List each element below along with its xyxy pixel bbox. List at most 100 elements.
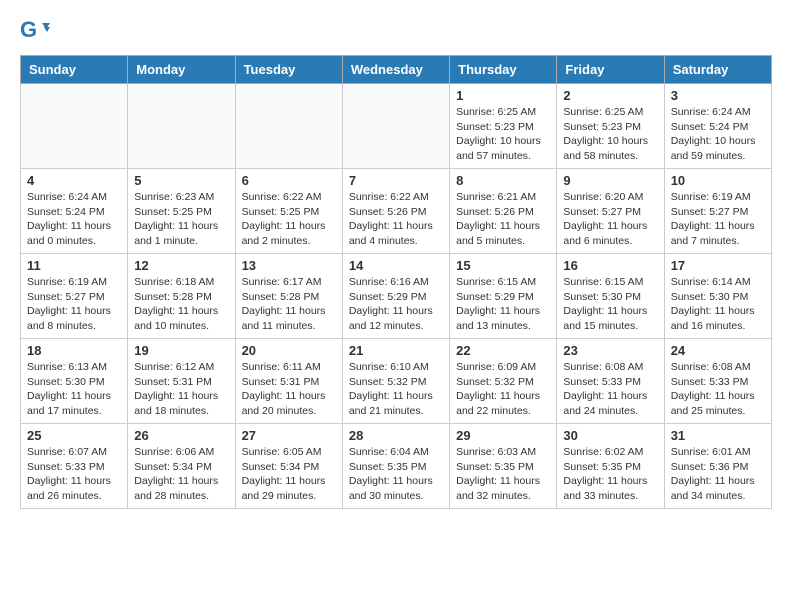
day-number: 17 (671, 258, 765, 273)
day-number: 11 (27, 258, 121, 273)
day-number: 26 (134, 428, 228, 443)
calendar-cell: 28Sunrise: 6:04 AM Sunset: 5:35 PM Dayli… (342, 424, 449, 509)
calendar-cell: 29 Sunrise: 6:03 AM Sunset: 5:35 PM Dayli… (450, 424, 557, 509)
day-info: Sunrise: 6:07 AM Sunset: 5:33 PM Dayligh… (27, 445, 121, 504)
svg-text:G: G (20, 17, 37, 42)
calendar-cell (235, 84, 342, 169)
calendar-cell: 15 Sunrise: 6:15 AM Sunset: 5:29 PM Dayli… (450, 254, 557, 339)
day-number: 4 (27, 173, 121, 188)
calendar-cell: 21 Sunrise: 6:10 AM Sunset: 5:32 PM Dayli… (342, 339, 449, 424)
day-number: 3 (671, 88, 765, 103)
day-info: Sunrise: 6:19 AM Sunset: 5:27 PM Dayligh… (671, 190, 765, 249)
calendar-cell: 10 Sunrise: 6:19 AM Sunset: 5:27 PM Dayli… (664, 169, 771, 254)
day-info: Sunrise: 6:10 AM Sunset: 5:32 PM Dayligh… (349, 360, 443, 419)
calendar-cell: 16Sunrise: 6:15 AM Sunset: 5:30 PM Dayli… (557, 254, 664, 339)
day-number: 13 (242, 258, 336, 273)
calendar-cell: 19 Sunrise: 6:12 AM Sunset: 5:31 PM Dayli… (128, 339, 235, 424)
day-info: Sunrise: 6:15 AM Sunset: 5:29 PM Dayligh… (456, 275, 550, 334)
day-info: Sunrise: 6:25 AM Sunset: 5:23 PM Dayligh… (563, 105, 657, 164)
calendar-cell: 24Sunrise: 6:08 AM Sunset: 5:33 PM Dayli… (664, 339, 771, 424)
calendar-cell (21, 84, 128, 169)
day-info: Sunrise: 6:13 AM Sunset: 5:30 PM Dayligh… (27, 360, 121, 419)
calendar-cell: 26 Sunrise: 6:06 AM Sunset: 5:34 PM Dayli… (128, 424, 235, 509)
day-number: 29 (456, 428, 550, 443)
logo-icon: G (20, 15, 50, 45)
calendar-cell (128, 84, 235, 169)
day-number: 30 (563, 428, 657, 443)
logo: G (20, 15, 54, 45)
calendar-cell: 11Sunrise: 6:19 AM Sunset: 5:27 PM Dayli… (21, 254, 128, 339)
calendar-cell: 5Sunrise: 6:23 AM Sunset: 5:25 PM Daylig… (128, 169, 235, 254)
day-info: Sunrise: 6:24 AM Sunset: 5:24 PM Dayligh… (671, 105, 765, 164)
calendar-cell (342, 84, 449, 169)
calendar-cell: 31Sunrise: 6:01 AM Sunset: 5:36 PM Dayli… (664, 424, 771, 509)
calendar-cell: 18 Sunrise: 6:13 AM Sunset: 5:30 PM Dayli… (21, 339, 128, 424)
day-number: 19 (134, 343, 228, 358)
calendar-cell: 1 Sunrise: 6:25 AM Sunset: 5:23 PM Daylig… (450, 84, 557, 169)
day-number: 12 (134, 258, 228, 273)
day-info: Sunrise: 6:18 AM Sunset: 5:28 PM Dayligh… (134, 275, 228, 334)
day-info: Sunrise: 6:24 AM Sunset: 5:24 PM Dayligh… (27, 190, 121, 249)
calendar-cell: 13 Sunrise: 6:17 AM Sunset: 5:28 PM Dayli… (235, 254, 342, 339)
day-info: Sunrise: 6:17 AM Sunset: 5:28 PM Dayligh… (242, 275, 336, 334)
calendar-cell: 12 Sunrise: 6:18 AM Sunset: 5:28 PM Dayli… (128, 254, 235, 339)
day-info: Sunrise: 6:12 AM Sunset: 5:31 PM Dayligh… (134, 360, 228, 419)
calendar-week-1: 4 Sunrise: 6:24 AM Sunset: 5:24 PM Daylig… (21, 169, 772, 254)
day-number: 10 (671, 173, 765, 188)
day-info: Sunrise: 6:06 AM Sunset: 5:34 PM Dayligh… (134, 445, 228, 504)
calendar-cell: 30Sunrise: 6:02 AM Sunset: 5:35 PM Dayli… (557, 424, 664, 509)
day-number: 21 (349, 343, 443, 358)
day-number: 6 (242, 173, 336, 188)
calendar-cell: 23Sunrise: 6:08 AM Sunset: 5:33 PM Dayli… (557, 339, 664, 424)
day-number: 14 (349, 258, 443, 273)
day-info: Sunrise: 6:20 AM Sunset: 5:27 PM Dayligh… (563, 190, 657, 249)
day-info: Sunrise: 6:22 AM Sunset: 5:26 PM Dayligh… (349, 190, 443, 249)
day-info: Sunrise: 6:04 AM Sunset: 5:35 PM Dayligh… (349, 445, 443, 504)
day-number: 20 (242, 343, 336, 358)
day-info: Sunrise: 6:03 AM Sunset: 5:35 PM Dayligh… (456, 445, 550, 504)
day-number: 15 (456, 258, 550, 273)
day-info: Sunrise: 6:23 AM Sunset: 5:25 PM Dayligh… (134, 190, 228, 249)
day-number: 31 (671, 428, 765, 443)
day-number: 25 (27, 428, 121, 443)
weekday-tuesday: Tuesday (235, 56, 342, 84)
day-info: Sunrise: 6:22 AM Sunset: 5:25 PM Dayligh… (242, 190, 336, 249)
day-number: 9 (563, 173, 657, 188)
day-info: Sunrise: 6:11 AM Sunset: 5:31 PM Dayligh… (242, 360, 336, 419)
calendar-cell: 7 Sunrise: 6:22 AM Sunset: 5:26 PM Daylig… (342, 169, 449, 254)
calendar-table: SundayMondayTuesdayWednesdayThursdayFrid… (20, 55, 772, 509)
day-info: Sunrise: 6:09 AM Sunset: 5:32 PM Dayligh… (456, 360, 550, 419)
calendar-cell: 14 Sunrise: 6:16 AM Sunset: 5:29 PM Dayli… (342, 254, 449, 339)
day-number: 1 (456, 88, 550, 103)
weekday-thursday: Thursday (450, 56, 557, 84)
calendar-cell: 22 Sunrise: 6:09 AM Sunset: 5:32 PM Dayli… (450, 339, 557, 424)
calendar-cell: 8 Sunrise: 6:21 AM Sunset: 5:26 PM Daylig… (450, 169, 557, 254)
page-header: G (20, 15, 772, 45)
calendar-cell: 6 Sunrise: 6:22 AM Sunset: 5:25 PM Daylig… (235, 169, 342, 254)
weekday-monday: Monday (128, 56, 235, 84)
day-number: 7 (349, 173, 443, 188)
calendar-week-3: 18 Sunrise: 6:13 AM Sunset: 5:30 PM Dayli… (21, 339, 772, 424)
day-number: 18 (27, 343, 121, 358)
day-info: Sunrise: 6:08 AM Sunset: 5:33 PM Dayligh… (563, 360, 657, 419)
day-info: Sunrise: 6:16 AM Sunset: 5:29 PM Dayligh… (349, 275, 443, 334)
day-info: Sunrise: 6:21 AM Sunset: 5:26 PM Dayligh… (456, 190, 550, 249)
weekday-saturday: Saturday (664, 56, 771, 84)
weekday-wednesday: Wednesday (342, 56, 449, 84)
day-info: Sunrise: 6:14 AM Sunset: 5:30 PM Dayligh… (671, 275, 765, 334)
calendar-cell: 4 Sunrise: 6:24 AM Sunset: 5:24 PM Daylig… (21, 169, 128, 254)
calendar-cell: 17 Sunrise: 6:14 AM Sunset: 5:30 PM Dayli… (664, 254, 771, 339)
day-number: 2 (563, 88, 657, 103)
weekday-friday: Friday (557, 56, 664, 84)
calendar-week-0: 1 Sunrise: 6:25 AM Sunset: 5:23 PM Daylig… (21, 84, 772, 169)
day-number: 16 (563, 258, 657, 273)
day-number: 8 (456, 173, 550, 188)
calendar-cell: 9 Sunrise: 6:20 AM Sunset: 5:27 PM Daylig… (557, 169, 664, 254)
weekday-sunday: Sunday (21, 56, 128, 84)
calendar-week-4: 25 Sunrise: 6:07 AM Sunset: 5:33 PM Dayli… (21, 424, 772, 509)
day-info: Sunrise: 6:25 AM Sunset: 5:23 PM Dayligh… (456, 105, 550, 164)
day-number: 24 (671, 343, 765, 358)
day-number: 22 (456, 343, 550, 358)
day-info: Sunrise: 6:05 AM Sunset: 5:34 PM Dayligh… (242, 445, 336, 504)
calendar-week-2: 11Sunrise: 6:19 AM Sunset: 5:27 PM Dayli… (21, 254, 772, 339)
